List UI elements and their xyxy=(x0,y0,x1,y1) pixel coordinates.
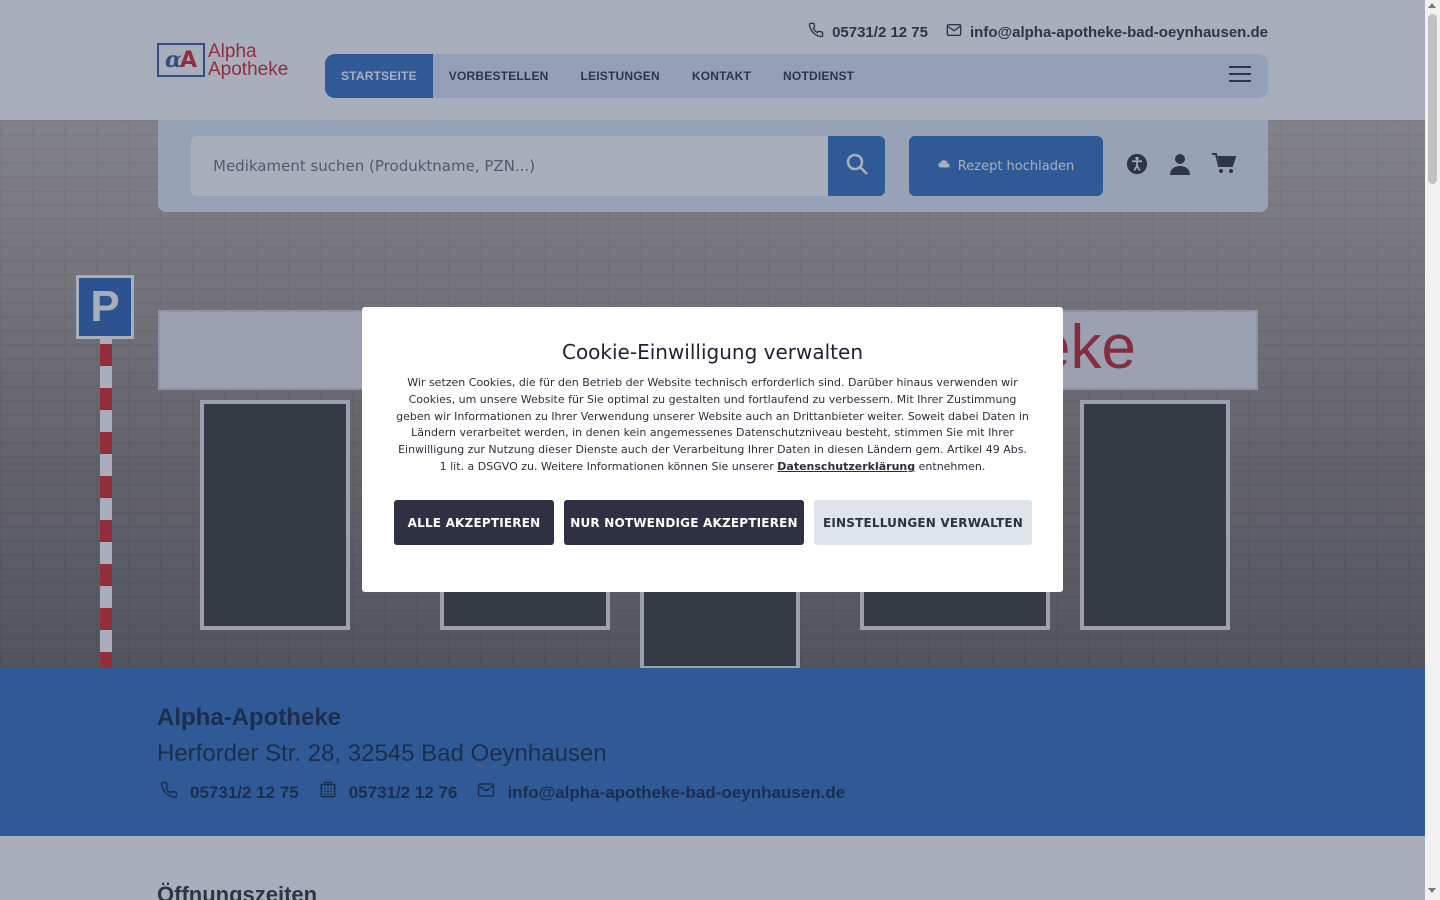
cookie-buttons: ALLE AKZEPTIEREN NUR NOTWENDIGE AKZEPTIE… xyxy=(394,500,1032,545)
privacy-policy-link[interactable]: Datenschutzerklärung xyxy=(777,460,915,473)
manage-settings-button[interactable]: EINSTELLUNGEN VERWALTEN xyxy=(814,500,1032,545)
accept-all-button[interactable]: ALLE AKZEPTIEREN xyxy=(394,500,554,545)
cookie-text-main: Wir setzen Cookies, die für den Betrieb … xyxy=(396,376,1029,473)
cookie-text-end: entnehmen. xyxy=(918,459,986,473)
accept-necessary-button[interactable]: NUR NOTWENDIGE AKZEPTIEREN xyxy=(564,500,804,545)
scroll-thumb[interactable] xyxy=(1428,14,1437,184)
cookie-dialog-title: Cookie-Einwilligung verwalten xyxy=(561,340,863,364)
page-scrollbar[interactable] xyxy=(1425,0,1440,900)
scroll-up-arrow[interactable] xyxy=(1428,3,1436,8)
cookie-consent-dialog: Cookie-Einwilligung verwalten Wir setzen… xyxy=(362,307,1063,592)
scroll-down-arrow[interactable] xyxy=(1428,888,1436,893)
cookie-dialog-text: Wir setzen Cookies, die für den Betrieb … xyxy=(394,375,1031,476)
